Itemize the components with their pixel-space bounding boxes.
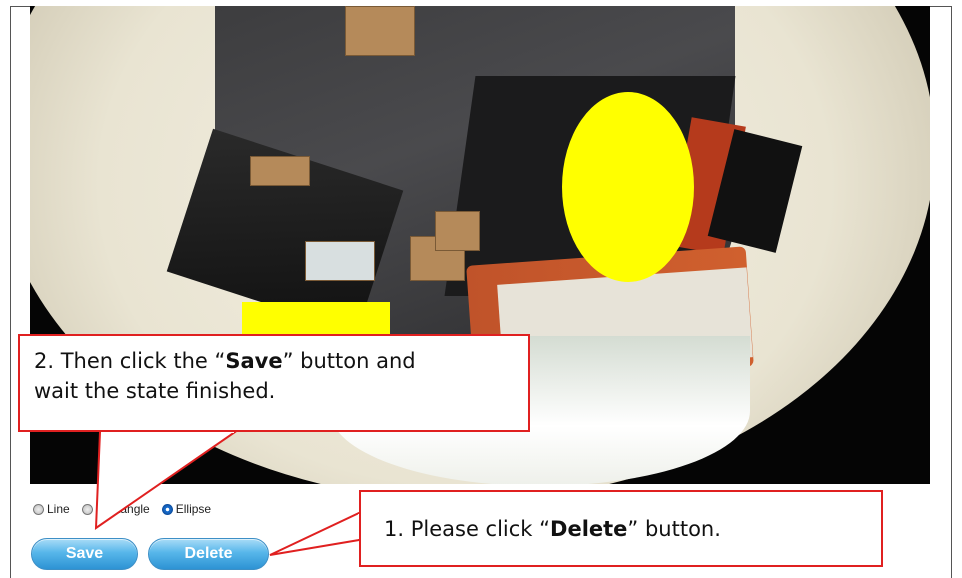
radio-rectangle[interactable] bbox=[81, 503, 93, 515]
radio-option-line[interactable]: Line bbox=[33, 502, 70, 516]
radio-line-label: Line bbox=[47, 502, 70, 516]
box bbox=[305, 241, 375, 281]
radio-ellipse-label: Ellipse bbox=[175, 502, 212, 516]
save-callout-line1: 2. Then click the “Save” button and bbox=[34, 349, 416, 373]
save-instruction-callout: 2. Then click the “Save” button and wait… bbox=[18, 334, 530, 432]
privacy-mask-ellipse[interactable] bbox=[562, 92, 694, 282]
radio-option-ellipse[interactable]: Ellipse bbox=[161, 502, 212, 516]
radio-ellipse[interactable] bbox=[161, 503, 173, 515]
save-button[interactable]: Save bbox=[31, 538, 138, 570]
radio-line[interactable] bbox=[33, 503, 44, 515]
radio-rectangle-label: Rectangle bbox=[95, 502, 150, 516]
delete-callout-text: 1. Please click “Delete” button. bbox=[384, 517, 721, 541]
delete-button[interactable]: Delete bbox=[148, 538, 269, 570]
save-callout-line2: wait the state finished. bbox=[34, 379, 276, 403]
shape-options: Line Rectangle Ellipse bbox=[33, 500, 217, 518]
box bbox=[435, 211, 480, 251]
delete-instruction-callout: 1. Please click “Delete” button. bbox=[359, 490, 883, 567]
save-emphasis: Save bbox=[225, 349, 283, 373]
delete-emphasis: Delete bbox=[550, 517, 628, 541]
box bbox=[345, 6, 415, 56]
box bbox=[250, 156, 310, 186]
radio-option-rectangle[interactable]: Rectangle bbox=[81, 502, 150, 516]
